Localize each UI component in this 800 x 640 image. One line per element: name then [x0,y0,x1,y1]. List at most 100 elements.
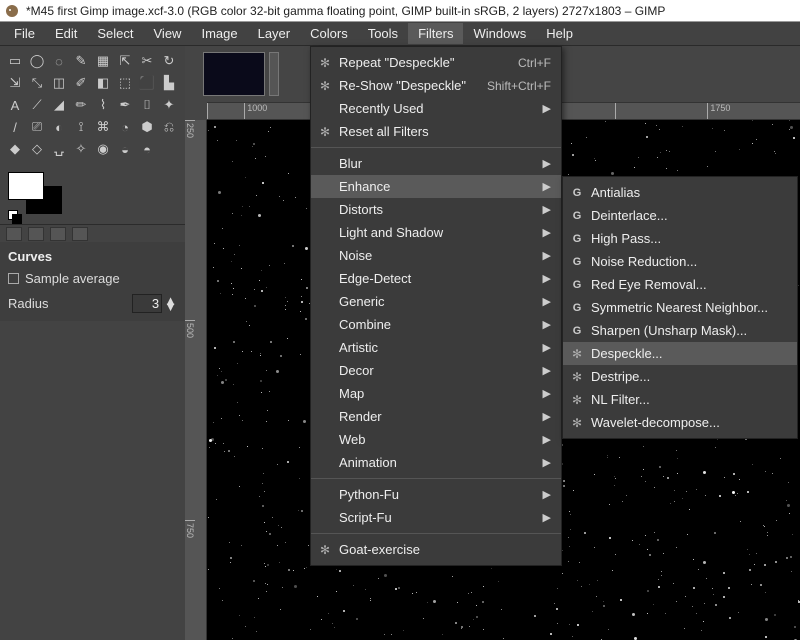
enhance-symmetric-nearest-neighbor[interactable]: Symmetric Nearest Neighbor... [563,296,797,319]
crop-tool[interactable]: ✂ [136,50,158,72]
pencil-tool[interactable]: ✏ [70,94,92,116]
filters-recent[interactable]: Recently Used▶ [311,97,561,120]
cage-tool[interactable]: ▙ [158,72,180,94]
radius-arrows[interactable]: ▲▼ [164,298,177,310]
enhance-high-pass[interactable]: High Pass... [563,227,797,250]
dock-tab-1[interactable] [6,227,22,241]
color-swatches[interactable] [8,172,68,224]
filters-decor[interactable]: Decor▶ [311,359,561,382]
ruler-tick: 1750 [707,103,800,119]
filters-reset[interactable]: Reset all Filters [311,120,561,143]
dodge-tool[interactable]: ◐ [48,116,70,138]
menu-select[interactable]: Select [87,23,143,44]
filters-distorts[interactable]: Distorts▶ [311,198,561,221]
gradient-tool[interactable]: ⌘ [92,116,114,138]
shear-tool[interactable]: ◧ [92,72,114,94]
warp-tool[interactable]: ◢ [48,94,70,116]
enhance-deinterlace[interactable]: Deinterlace... [563,204,797,227]
filters-edge-detect[interactable]: Edge-Detect▶ [311,267,561,290]
perspective-tool[interactable]: ⬚ [114,72,136,94]
menu-help[interactable]: Help [536,23,583,44]
flip-tool[interactable]: ◇ [26,138,48,160]
menu-view[interactable]: View [144,23,192,44]
fuzzy-select-tool[interactable]: ✎ [70,50,92,72]
dock-tab-3[interactable] [50,227,66,241]
color-picker-tool[interactable]: ✦ [158,94,180,116]
filters-web[interactable]: Web▶ [311,428,561,451]
filters-light-and-shadow[interactable]: Light and Shadow▶ [311,221,561,244]
layer-thumbnail[interactable] [203,52,265,96]
enhance-noise-reduction[interactable]: Noise Reduction... [563,250,797,273]
enhance-antialias[interactable]: Antialias [563,181,797,204]
sample-average-label: Sample average [25,271,120,286]
blur-tool[interactable]: ⎌ [158,116,180,138]
zoom-tool[interactable]: ⍽ [48,138,70,160]
radius-input[interactable] [132,294,162,313]
sample-average-checkbox[interactable] [8,273,19,284]
layer-thumbnail-mask[interactable] [269,52,279,96]
color-select-tool[interactable]: ▦ [92,50,114,72]
foreground-select-tool[interactable]: ◉ [92,138,114,160]
heal-tool[interactable]: ⎚ [26,116,48,138]
smudge-tool[interactable]: ⌇ [92,94,114,116]
filters-noise[interactable]: Noise▶ [311,244,561,267]
enhance-sharpen-unsharp-mask[interactable]: Sharpen (Unsharp Mask)... [563,319,797,342]
filters-combine[interactable]: Combine▶ [311,313,561,336]
filters-animation[interactable]: Animation▶ [311,451,561,474]
enhance-destripe[interactable]: Destripe... [563,365,797,388]
default-colors-icon[interactable] [8,210,22,224]
move-tool[interactable]: ⇲ [4,72,26,94]
enhance-red-eye-removal[interactable]: Red Eye Removal... [563,273,797,296]
menu-image[interactable]: Image [191,23,247,44]
filters-python-fu[interactable]: Python-Fu▶ [311,483,561,506]
align-tool[interactable]: ⤡ [26,72,48,94]
enhance-wavelet-decompose[interactable]: Wavelet-decompose... [563,411,797,434]
dock-tab-2[interactable] [28,227,44,241]
scissors-tool[interactable]: ⇱ [114,50,136,72]
path-tool[interactable]: ⟋ [26,94,48,116]
free-select-tool[interactable]: ◌ [48,50,70,72]
enhance-despeckle[interactable]: Despeckle... [563,342,797,365]
enhance-nl-filter[interactable]: NL Filter... [563,388,797,411]
filters-map[interactable]: Map▶ [311,382,561,405]
menu-edit[interactable]: Edit [45,23,87,44]
dock-tab-4[interactable] [72,227,88,241]
filters-goat[interactable]: Goat-exercise [311,538,561,561]
menu-file[interactable]: File [4,23,45,44]
filters-reshow[interactable]: Re-Show "Despeckle"Shift+Ctrl+F [311,74,561,97]
filters-repeat[interactable]: Repeat "Despeckle"Ctrl+F [311,51,561,74]
chevron-right-icon: ▶ [543,203,551,216]
rect-select-tool[interactable]: ▭ [4,50,26,72]
filters-generic[interactable]: Generic▶ [311,290,561,313]
menu-layer[interactable]: Layer [248,23,301,44]
handle-transform-tool[interactable]: ◒ [114,138,136,160]
ink-tool[interactable]: ✒ [114,94,136,116]
filters-script-fu[interactable]: Script-Fu▶ [311,506,561,529]
filters-artistic[interactable]: Artistic▶ [311,336,561,359]
mypaint-brush-tool[interactable]: ⟟ [70,116,92,138]
measure-tool[interactable]: ✐ [70,72,92,94]
rotate-tool[interactable]: ↻ [158,50,180,72]
filters-enhance[interactable]: Enhance▶ [311,175,561,198]
text-tool[interactable]: A [4,94,26,116]
menu-colors[interactable]: Colors [300,23,358,44]
unified-transform-tool[interactable]: ⬛ [136,72,158,94]
paintbrush-tool[interactable]: ✧ [70,138,92,160]
filters-render[interactable]: Render▶ [311,405,561,428]
radius-spinner[interactable]: ▲▼ [132,294,177,313]
airbrush-tool[interactable]: ⬢ [136,116,158,138]
ruler-tick: 500 [185,320,195,420]
clone-tool[interactable]: / [4,116,26,138]
menu-windows[interactable]: Windows [463,23,536,44]
tool-38[interactable]: ◓ [136,138,158,160]
perspective-clone-tool[interactable]: ◆ [4,138,26,160]
filters-blur[interactable]: Blur▶ [311,152,561,175]
sample-average-row[interactable]: Sample average [8,267,177,290]
menu-filters[interactable]: Filters [408,23,463,44]
scale-tool[interactable]: ◫ [48,72,70,94]
bucket-fill-tool[interactable]: ⌷ [136,94,158,116]
menu-tools[interactable]: Tools [358,23,408,44]
eraser-tool[interactable]: ◔ [114,116,136,138]
foreground-swatch[interactable] [8,172,44,200]
ellipse-select-tool[interactable]: ◯ [26,50,48,72]
